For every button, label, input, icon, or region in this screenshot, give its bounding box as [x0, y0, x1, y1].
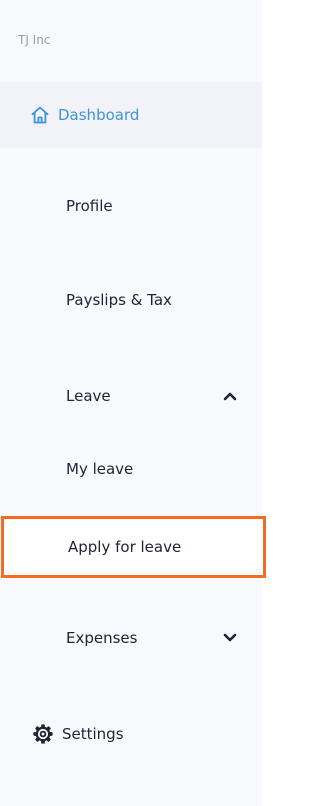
sidebar-item-settings[interactable]: Settings: [0, 714, 262, 754]
sidebar-item-expenses[interactable]: Expenses: [0, 620, 262, 656]
sidebar-item-label: Profile: [66, 197, 113, 215]
sidebar-item-label: Expenses: [66, 629, 138, 647]
sidebar-item-profile[interactable]: Profile: [0, 188, 262, 224]
sidebar-item-label: My leave: [66, 460, 134, 478]
org-name: TJ Inc: [18, 33, 51, 47]
home-icon: [30, 105, 50, 125]
chevron-down-icon[interactable]: [223, 633, 237, 643]
sidebar-item-label: Leave: [66, 387, 111, 405]
sidebar-item-label: Settings: [62, 725, 124, 743]
sidebar-item-payslips-tax[interactable]: Payslips & Tax: [0, 282, 262, 318]
sidebar-item-label: Apply for leave: [68, 538, 182, 556]
sidebar-item-label: Payslips & Tax: [66, 291, 172, 309]
sidebar-item-leave[interactable]: Leave: [0, 378, 262, 414]
chevron-up-icon[interactable]: [223, 391, 237, 401]
gear-icon: [32, 723, 54, 745]
sidebar-item-label: Dashboard: [58, 106, 140, 124]
sidebar-item-dashboard[interactable]: Dashboard: [0, 82, 262, 148]
sidebar-item-apply-for-leave[interactable]: Apply for leave: [1, 516, 266, 578]
sidebar-item-my-leave[interactable]: My leave: [0, 451, 262, 487]
sidebar-nav: TJ Inc Dashboard Profile Payslips & Tax …: [0, 0, 266, 806]
